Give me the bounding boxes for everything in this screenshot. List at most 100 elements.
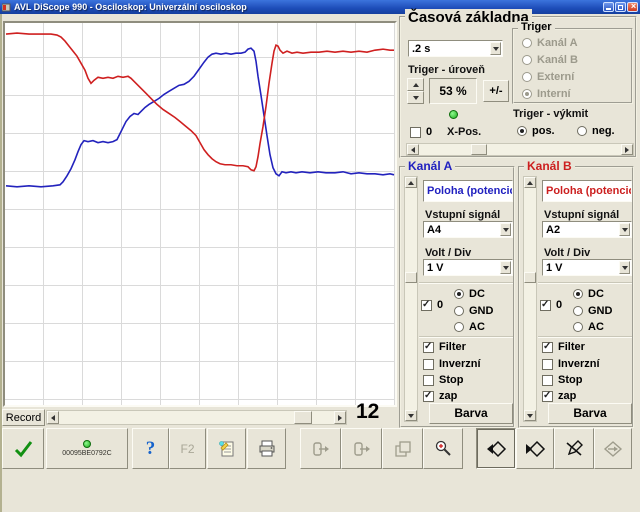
scroll-thumb[interactable] <box>294 411 312 424</box>
kanal-b-position-scrollbar[interactable] <box>523 176 537 422</box>
radio-icon[interactable] <box>573 306 583 316</box>
cursor-left-button[interactable] <box>476 428 516 469</box>
checkbox-icon[interactable] <box>423 390 434 402</box>
copy-pages-icon <box>394 440 411 457</box>
radio-icon[interactable] <box>517 126 527 136</box>
minimize-button[interactable] <box>603 2 614 12</box>
notes-button[interactable] <box>207 428 246 469</box>
checkbox-icon[interactable] <box>540 299 551 311</box>
kanal-b-stop-checkbox[interactable]: Stop <box>542 374 582 386</box>
spin-up-button[interactable] <box>407 78 424 91</box>
kanal-a-voltdiv-select[interactable]: 1 V <box>423 259 513 276</box>
cursor-right-button[interactable] <box>516 428 554 469</box>
chevron-down-icon[interactable] <box>619 261 630 274</box>
divider <box>538 336 632 338</box>
checkbox-icon[interactable] <box>421 299 432 311</box>
radio-icon[interactable] <box>454 289 464 299</box>
checkbox-icon[interactable] <box>423 374 434 386</box>
scroll-down-button[interactable] <box>405 410 417 421</box>
kanal-a-filter-checkbox[interactable]: Filter <box>423 341 466 353</box>
kanal-b-barva-button[interactable]: Barva <box>548 403 632 424</box>
scroll-up-button[interactable] <box>405 177 417 188</box>
record-scrollbar[interactable] <box>46 410 347 425</box>
checkbox-icon[interactable] <box>542 341 553 353</box>
trigger-option-label: Externí <box>537 71 575 83</box>
slope-pos-option[interactable]: pos. <box>517 125 555 137</box>
checkbox-icon[interactable] <box>423 341 434 353</box>
window-title: AVL DiScope 990 - Osciloskop: Univerzáln… <box>14 2 247 12</box>
chevron-down-icon[interactable] <box>500 223 511 236</box>
trigger-level-label: Triger - úroveň <box>408 64 486 76</box>
kanal-b-inverzni-checkbox[interactable]: Inverzní <box>542 358 600 370</box>
checkbox-icon[interactable] <box>410 126 421 138</box>
kanal-a-zap-checkbox[interactable]: zap <box>423 390 457 402</box>
no-draw-button[interactable] <box>554 428 594 469</box>
kanal-a-input-select[interactable]: A4 <box>423 221 513 238</box>
kanal-a-position-field[interactable]: Poloha (potencio <box>423 180 513 202</box>
radio-icon[interactable] <box>573 289 583 299</box>
input-signal-value: A4 <box>427 223 442 236</box>
checkbox-icon[interactable] <box>542 374 553 386</box>
notepad-icon <box>218 440 233 456</box>
kanal-b-filter-checkbox[interactable]: Filter <box>542 341 585 353</box>
chevron-down-icon[interactable] <box>490 42 501 55</box>
scroll-thumb[interactable] <box>524 272 536 283</box>
confirm-button[interactable] <box>2 428 44 469</box>
spin-down-button[interactable] <box>407 91 424 104</box>
radio-icon[interactable] <box>577 126 587 136</box>
divider <box>419 282 513 284</box>
kanal-a-zero-checkbox[interactable]: 0 <box>421 299 443 311</box>
scroll-thumb[interactable] <box>405 272 417 283</box>
radio-icon[interactable] <box>454 306 464 316</box>
scroll-right-button[interactable] <box>621 144 633 155</box>
checkbox-icon[interactable] <box>542 390 553 402</box>
scroll-down-button[interactable] <box>524 410 536 421</box>
kanal-a-coupling-gnd[interactable]: GND <box>454 305 493 317</box>
kanal-b-coupling-gnd[interactable]: GND <box>573 305 612 317</box>
scroll-right-button[interactable] <box>334 411 346 424</box>
checkbox-icon[interactable] <box>423 358 434 370</box>
trigger-polarity-button[interactable]: +/- <box>483 80 509 102</box>
scroll-left-button[interactable] <box>407 144 419 155</box>
option-label: Stop <box>558 374 583 386</box>
kanal-a-barva-button[interactable]: Barva <box>429 403 513 424</box>
xpos-label: X-Pos. <box>447 126 482 138</box>
xpos-zero-checkbox[interactable]: 0 <box>410 126 432 138</box>
kanal-b-coupling-dc[interactable]: DC <box>573 288 604 300</box>
timebase-select[interactable]: .2 s <box>408 40 503 57</box>
kanal-a-inverzni-checkbox[interactable]: Inverzní <box>423 358 481 370</box>
step-out-button <box>341 428 382 469</box>
radio-icon[interactable] <box>454 322 464 332</box>
kanal-b-position-field[interactable]: Poloha (potencio <box>542 180 632 202</box>
kanal-a-coupling-ac[interactable]: AC <box>454 321 485 333</box>
chevron-down-icon[interactable] <box>500 261 511 274</box>
kanal-b-zero-checkbox[interactable]: 0 <box>540 299 562 311</box>
trigger-option-kanal-b: Kanál B <box>522 54 578 66</box>
checkbox-icon[interactable] <box>542 358 553 370</box>
kanal-a-position-scrollbar[interactable] <box>404 176 418 422</box>
volt-div-value: 1 V <box>427 261 444 274</box>
device-status-button[interactable]: 00095BE0792C <box>46 428 128 469</box>
scroll-thumb[interactable] <box>471 144 487 155</box>
chevron-down-icon[interactable] <box>619 223 630 236</box>
xpos-scrollbar[interactable] <box>406 143 634 156</box>
slope-neg-option[interactable]: neg. <box>577 125 615 137</box>
record-button[interactable]: Record <box>2 409 45 426</box>
scroll-left-button[interactable] <box>47 411 59 424</box>
diamond-right-icon <box>526 440 546 457</box>
kanal-b-voltdiv-select[interactable]: 1 V <box>542 259 632 276</box>
kanal-b-input-select[interactable]: A2 <box>542 221 632 238</box>
zoom-button[interactable] <box>423 428 463 469</box>
kanal-b-zap-checkbox[interactable]: zap <box>542 390 576 402</box>
restore-button[interactable] <box>615 2 626 12</box>
close-button[interactable]: × <box>627 1 638 12</box>
help-button[interactable]: ? <box>132 428 169 469</box>
kanal-a-stop-checkbox[interactable]: Stop <box>423 374 463 386</box>
scroll-up-button[interactable] <box>524 177 536 188</box>
radio-icon[interactable] <box>573 322 583 332</box>
kanal-a-coupling-dc[interactable]: DC <box>454 288 485 300</box>
record-count: 12 <box>356 400 380 423</box>
input-signal-value: A2 <box>546 223 561 236</box>
kanal-b-coupling-ac[interactable]: AC <box>573 321 604 333</box>
print-button[interactable] <box>247 428 286 469</box>
